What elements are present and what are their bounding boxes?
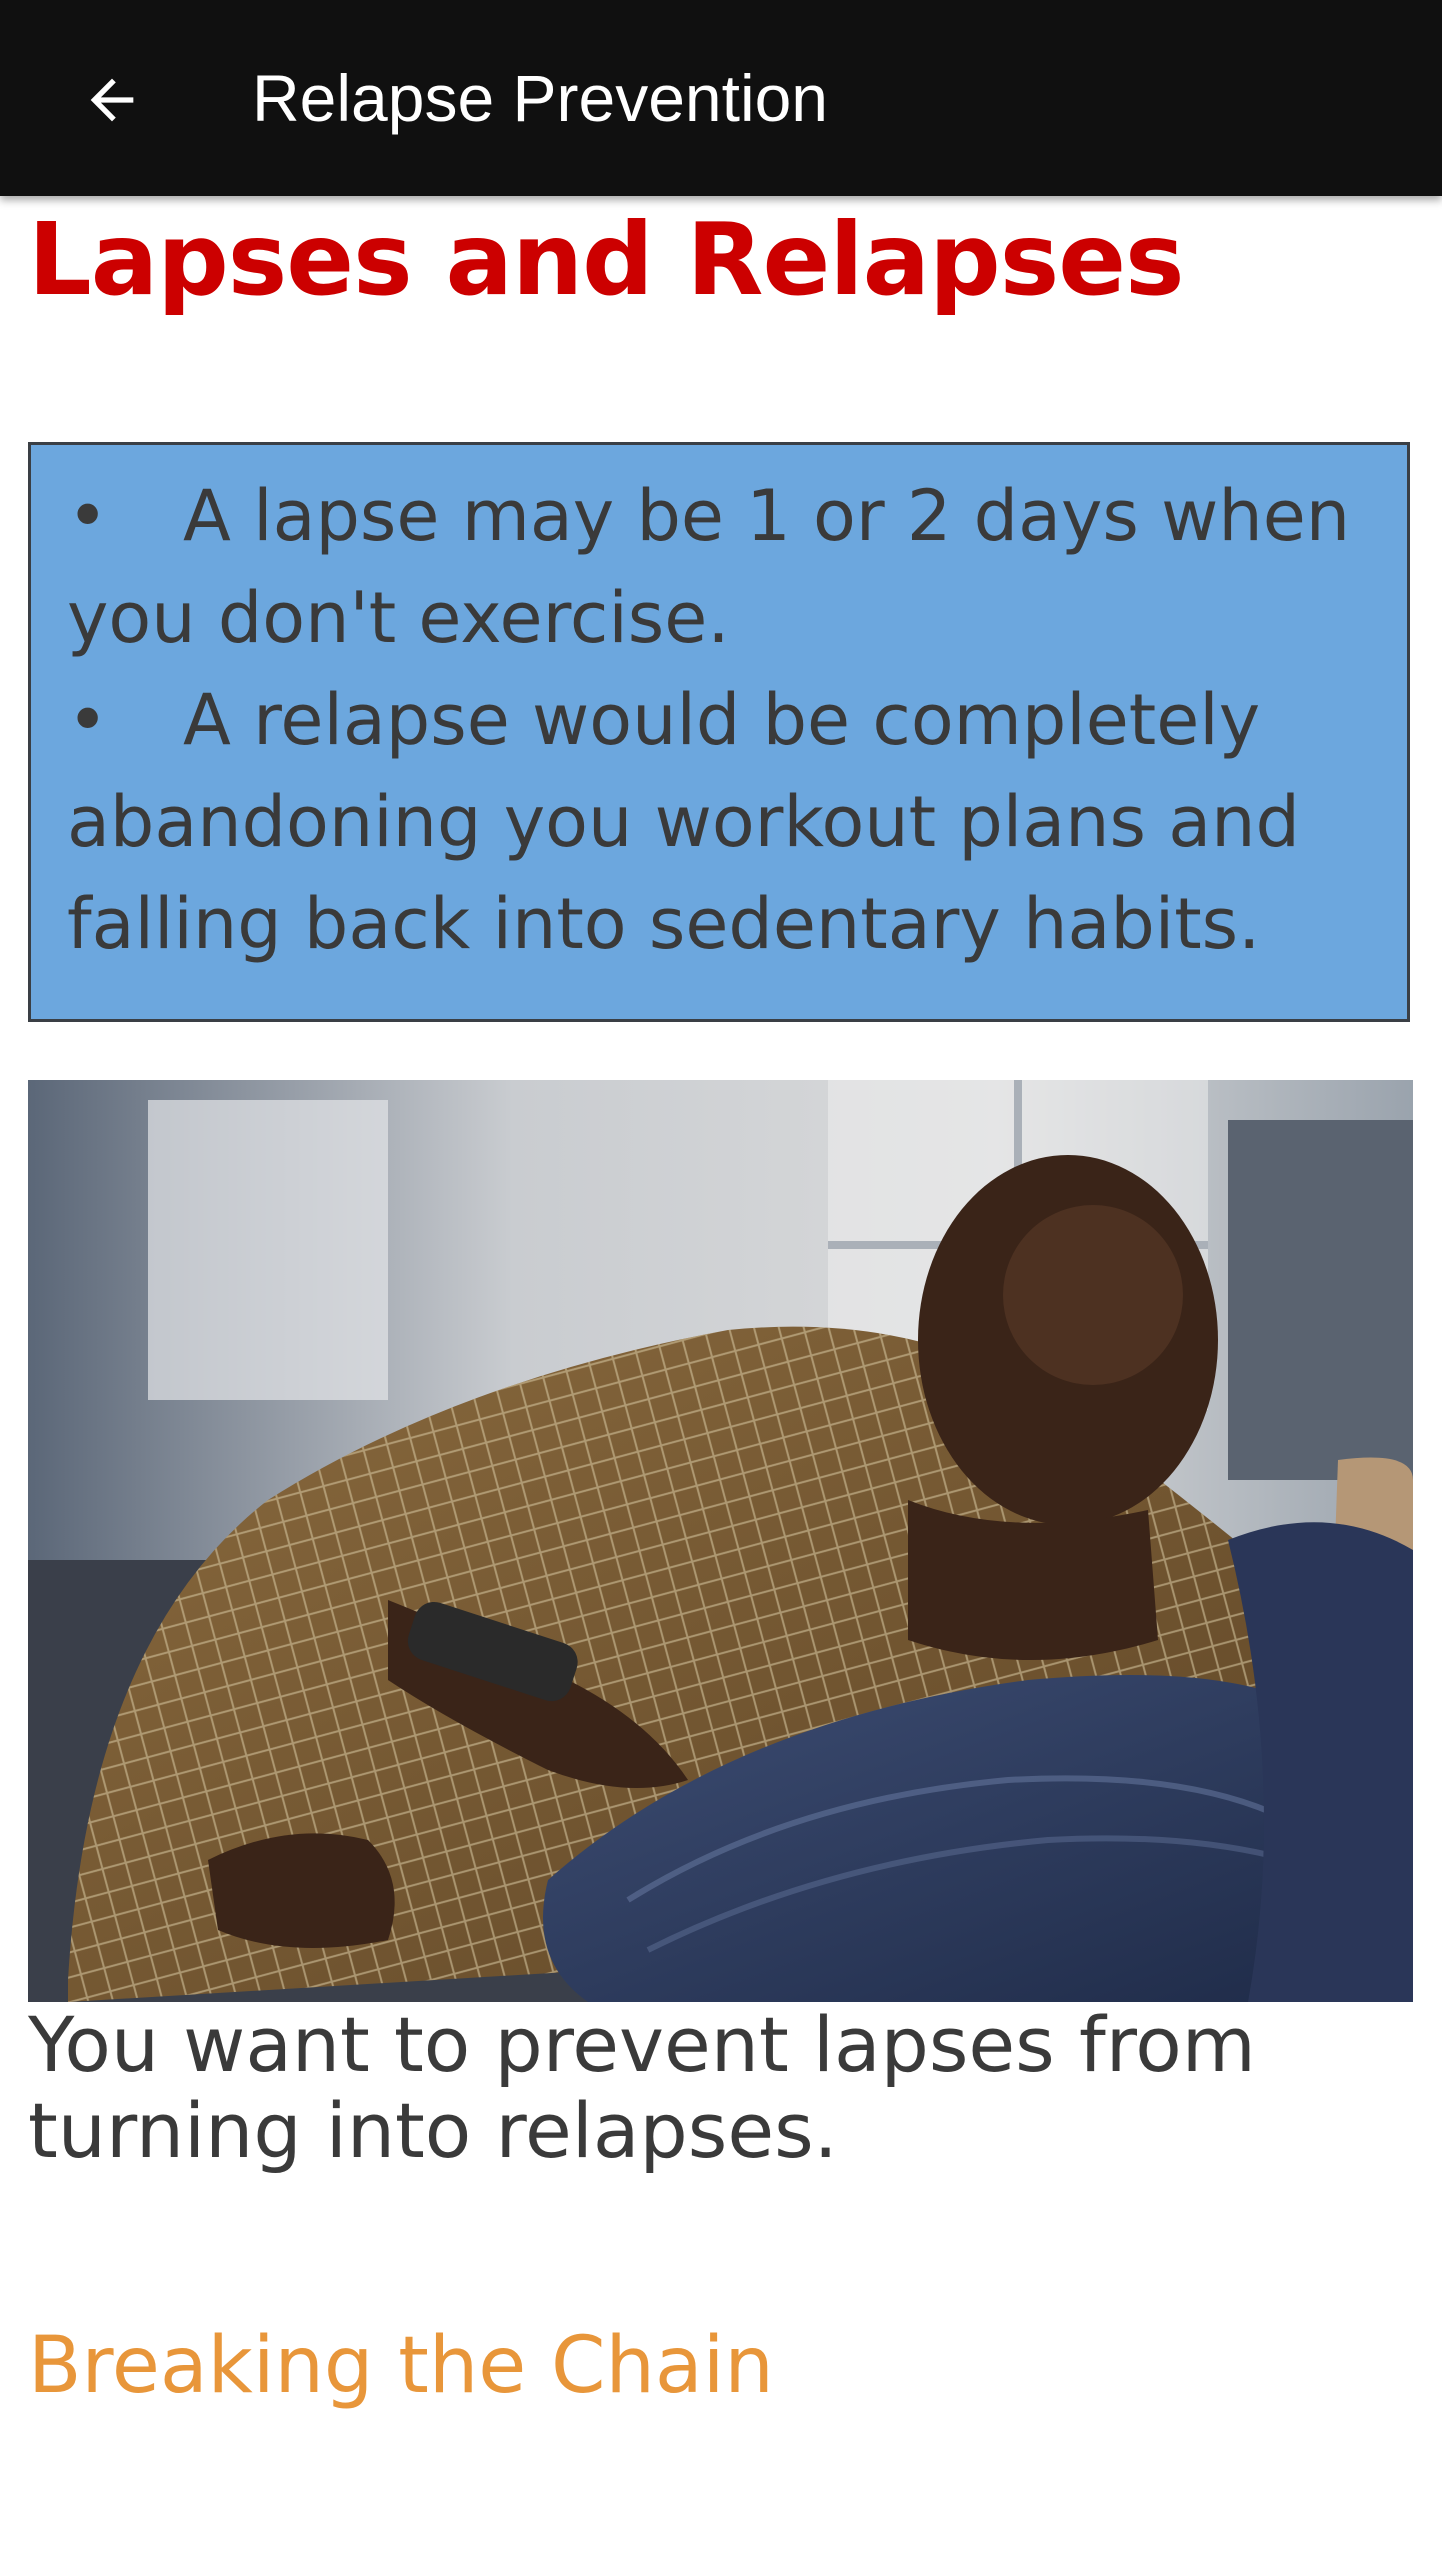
app-bar: Relapse Prevention: [0, 0, 1442, 196]
back-button[interactable]: [56, 50, 168, 150]
breaking-the-chain-link[interactable]: Breaking the Chain: [28, 2316, 774, 2416]
info-item-text: A lapse may be 1 or 2 days when you don'…: [67, 475, 1351, 659]
bullet-icon: •: [67, 679, 109, 761]
man-on-couch-illustration: [28, 1080, 1413, 2002]
caption-text: You want to prevent lapses from turning …: [28, 2000, 1256, 2175]
info-item: • A relapse would be completely abandonin…: [67, 669, 1367, 975]
bullet-icon: •: [67, 475, 109, 557]
app-bar-title: Relapse Prevention: [252, 61, 829, 135]
info-item-text: A relapse would be completely abandoning…: [67, 679, 1300, 965]
man-on-couch-photo: [28, 1080, 1413, 2002]
page-heading: Lapses and Relapses: [28, 201, 1185, 318]
arrow-left-icon: [90, 78, 134, 122]
info-item: • A lapse may be 1 or 2 days when you don…: [67, 465, 1367, 669]
info-box: • A lapse may be 1 or 2 days when you don…: [28, 442, 1410, 1022]
